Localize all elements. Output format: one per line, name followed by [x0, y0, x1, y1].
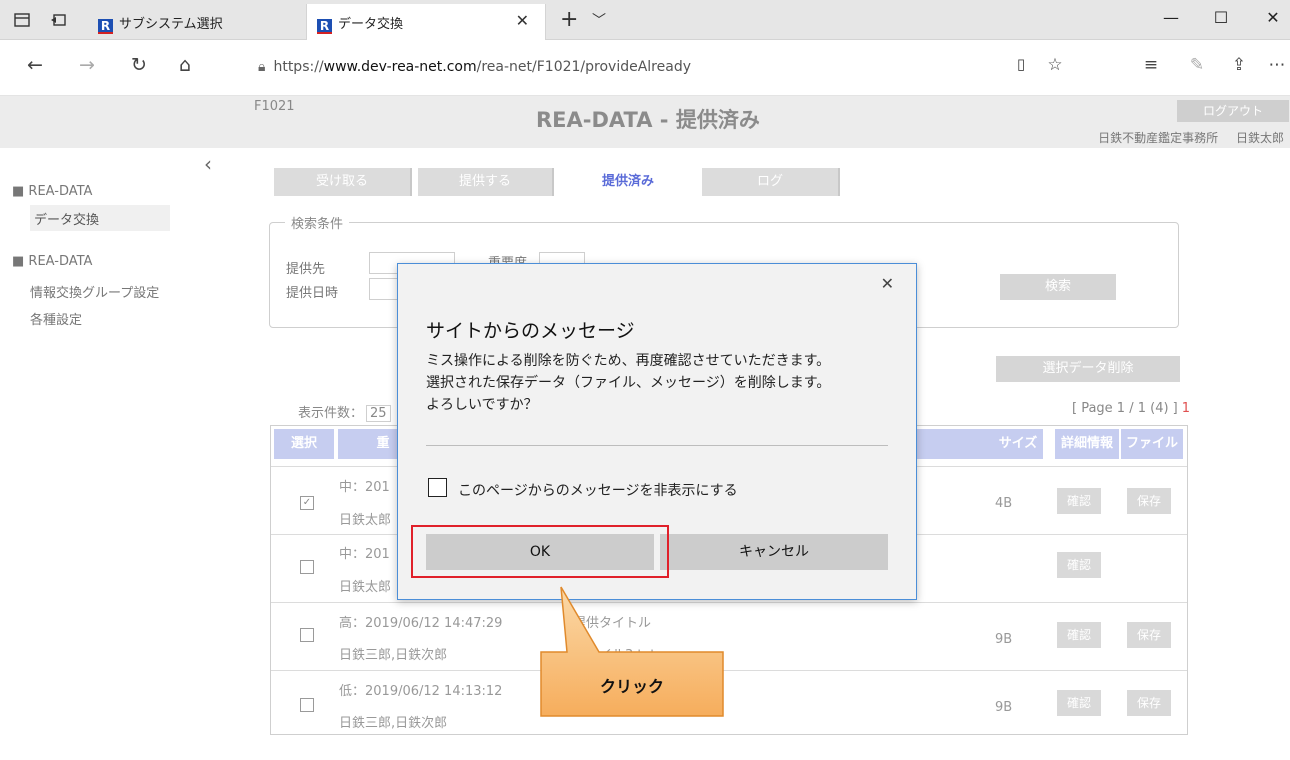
app-header: F1021 REA-DATA - 提供済み ログアウト 日鉄不動産鑑定事務所 日… — [0, 96, 1290, 148]
share-icon[interactable]: ⇪ — [1224, 55, 1254, 75]
per-page-label: 表示件数： — [298, 406, 364, 421]
tab-provided[interactable]: 提供済み — [560, 168, 696, 196]
lock-icon: 🔒︎ — [258, 59, 266, 75]
close-window-icon[interactable]: ✕ — [1250, 8, 1290, 27]
forward-icon[interactable]: → — [72, 54, 102, 76]
suppress-messages-label[interactable]: このページからのメッセージを非表示にする — [458, 480, 738, 500]
close-tab-icon[interactable]: ✕ — [516, 11, 529, 30]
dialog-message-line: よろしいですか？ — [426, 397, 538, 413]
row-divider — [271, 602, 1187, 603]
column-header-size: サイズ — [993, 429, 1043, 459]
ok-button-highlight — [411, 525, 669, 578]
sidebar-heading: ■ REA-DATA — [12, 184, 93, 199]
tab-subsystem-select[interactable]: R サブシステム選択 — [88, 4, 298, 40]
delete-selected-button[interactable]: 選択データ削除 — [996, 356, 1180, 382]
column-header-title — [916, 429, 996, 459]
page-title: REA-DATA - 提供済み — [536, 108, 760, 132]
click-callout-label: クリック — [599, 677, 664, 696]
row-importance-date: 高：2019/06/12 14:47:29 — [339, 616, 503, 631]
close-dialog-icon[interactable]: ✕ — [881, 274, 894, 293]
tab-provide[interactable]: 提供する — [418, 168, 554, 196]
per-page: 表示件数： 25 — [298, 402, 391, 422]
column-header-select: 選択 — [274, 429, 334, 459]
tab-title: データ交換 — [338, 17, 404, 32]
rea-logo-icon: R — [317, 19, 332, 34]
pagination: [ Page 1 / 1 (4) ] 1 — [1072, 401, 1190, 416]
row-importance-date: 中：201 — [339, 547, 390, 562]
row-recipients: 日鉄太郎 — [339, 580, 392, 595]
url-path: /rea-net/F1021/provideAlready — [476, 59, 691, 75]
collapse-sidebar-icon[interactable]: ‹ — [204, 152, 212, 176]
sidebar-item-data-exchange[interactable]: データ交換 — [30, 205, 170, 231]
new-tab-icon[interactable]: + — [560, 7, 578, 32]
column-header-file: ファイル — [1121, 429, 1183, 459]
favorite-star-icon[interactable]: ☆ — [1040, 55, 1070, 75]
page-link-current[interactable]: 1 — [1182, 401, 1190, 416]
row-recipients: 日鉄三郎,日鉄次郎 — [339, 648, 448, 663]
row-checkbox[interactable] — [300, 560, 314, 574]
row-importance-date: 中：201 — [339, 480, 390, 495]
set-aside-tabs-icon[interactable] — [50, 13, 66, 27]
row-checkbox[interactable] — [300, 628, 314, 642]
url-field[interactable]: 🔒︎ https://www.dev-rea-net.com/rea-net/F1… — [258, 59, 691, 75]
back-icon[interactable]: ← — [20, 54, 50, 76]
user-name: 日鉄太郎 — [1235, 131, 1284, 145]
sidebar-item-group-settings[interactable]: 情報交換グループ設定 — [30, 282, 159, 301]
office-name: 日鉄不動産鑑定事務所 — [1098, 131, 1219, 145]
refresh-icon[interactable]: ↻ — [124, 54, 154, 76]
file-save-button[interactable]: 保存 — [1127, 690, 1171, 716]
row-checkbox[interactable] — [300, 698, 314, 712]
reading-view-icon[interactable]: ▯ — [1006, 55, 1036, 73]
file-save-button[interactable]: 保存 — [1127, 488, 1171, 514]
detail-confirm-button[interactable]: 確認 — [1057, 552, 1101, 578]
column-header-detail: 詳細情報 — [1055, 429, 1119, 459]
favorites-list-icon[interactable]: ≡ — [1136, 55, 1166, 75]
more-menu-icon[interactable]: ⋯ — [1262, 55, 1290, 75]
datetime-label: 提供日時 — [286, 286, 339, 301]
url-scheme: https:// — [273, 59, 324, 75]
row-checkbox[interactable]: ✓ — [300, 496, 314, 510]
home-icon[interactable]: ⌂ — [170, 54, 200, 76]
dialog-message-line: ミス操作による削除を防ぐため、再度確認させていただきます。 — [426, 353, 831, 369]
screen-id: F1021 — [254, 99, 295, 114]
search-button[interactable]: 検索 — [1000, 274, 1116, 300]
detail-confirm-button[interactable]: 確認 — [1057, 690, 1101, 716]
url-host: www.dev-rea-net.com — [323, 59, 477, 75]
row-size: 9B — [995, 632, 1013, 647]
tab-data-exchange[interactable]: R データ交換 ✕ — [306, 4, 546, 40]
rea-logo-icon: R — [98, 19, 113, 34]
tab-receive[interactable]: 受け取る — [274, 168, 412, 196]
logout-button[interactable]: ログアウト — [1177, 100, 1289, 122]
minimize-icon[interactable]: — — [1148, 8, 1194, 27]
tab-title: サブシステム選択 — [119, 17, 223, 32]
row-size: 9B — [995, 700, 1013, 715]
cancel-button[interactable]: キャンセル — [660, 534, 888, 570]
browser-tab-bar: R サブシステム選択 R データ交換 ✕ + ﹀ — ☐ ✕ — [0, 0, 1290, 40]
row-importance-date: 低：2019/06/12 14:13:12 — [339, 684, 503, 699]
tab-log[interactable]: ログ — [702, 168, 840, 196]
search-legend: 検索条件 — [285, 213, 350, 232]
dialog-divider — [426, 445, 888, 446]
row-recipients: 日鉄三郎,日鉄次郎 — [339, 716, 448, 731]
detail-confirm-button[interactable]: 確認 — [1057, 622, 1101, 648]
sidebar-heading: ■ REA-DATA — [12, 254, 93, 269]
row-recipients: 日鉄太郎 — [339, 513, 392, 528]
dialog-title: サイトからのメッセージ — [426, 320, 635, 342]
tab-preview-icon[interactable] — [14, 13, 30, 27]
pen-notes-icon[interactable]: ✎ — [1182, 55, 1212, 75]
maximize-icon[interactable]: ☐ — [1198, 8, 1244, 27]
provider-label: 提供先 — [286, 262, 326, 277]
row-divider — [271, 670, 1187, 671]
suppress-messages-checkbox[interactable] — [428, 478, 447, 497]
detail-confirm-button[interactable]: 確認 — [1057, 488, 1101, 514]
row-size: 4B — [995, 496, 1013, 511]
file-save-button[interactable]: 保存 — [1127, 622, 1171, 648]
sidebar-item-settings[interactable]: 各種設定 — [30, 309, 82, 328]
user-info: 日鉄不動産鑑定事務所 日鉄太郎 — [1098, 129, 1284, 146]
dialog-message-line: 選択された保存データ（ファイル、メッセージ）を削除します。 — [426, 375, 831, 391]
per-page-select[interactable]: 25 — [366, 405, 391, 422]
address-bar: ← → ↻ ⌂ 🔒︎ https://www.dev-rea-net.com/re… — [0, 40, 1290, 96]
chevron-down-icon[interactable]: ﹀ — [592, 10, 606, 30]
page-info-text: [ Page 1 / 1 (4) ] — [1072, 401, 1178, 416]
